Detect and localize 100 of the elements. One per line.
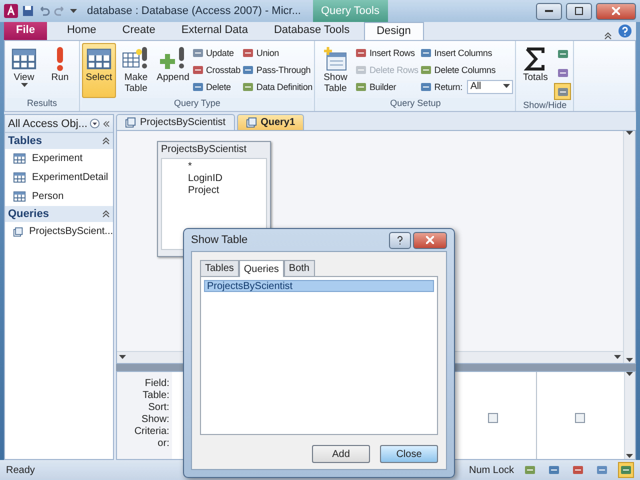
nav-item[interactable]: Person (5, 187, 113, 206)
dropdown-icon[interactable] (90, 118, 100, 129)
small-command-icon (420, 80, 432, 92)
plus-exclamation-icon (159, 46, 187, 72)
dialog-title: Show Table (191, 234, 248, 246)
small-command-icon (556, 48, 569, 60)
dialog-button[interactable]: Add (312, 445, 370, 463)
nav-item[interactable]: ProjectsByScient... (5, 222, 113, 241)
dialog-button[interactable]: Close (380, 445, 438, 463)
query-icon (13, 226, 24, 238)
help-button[interactable] (389, 232, 411, 248)
close-button[interactable] (596, 2, 636, 20)
small-command-icon (548, 464, 560, 476)
ribbon-small-button[interactable]: Insert Columns (420, 45, 514, 60)
dialog-tab[interactable]: Both (284, 260, 314, 276)
vertical-scrollbar[interactable] (623, 131, 635, 363)
ribbon-tab[interactable]: External Data (169, 22, 260, 40)
collapse-icon (102, 210, 110, 218)
field-name[interactable]: * (188, 161, 266, 173)
ribbon-tab[interactable]: Design (364, 22, 424, 40)
document-tab[interactable]: ProjectsByScientist (116, 114, 235, 130)
ribbon-small-button[interactable]: Delete Columns (420, 62, 514, 77)
ribbon-button[interactable]: Select (82, 43, 116, 98)
small-command-icon (192, 64, 204, 76)
list-item[interactable]: ProjectsByScientist (204, 280, 434, 292)
undo-icon[interactable] (38, 5, 50, 17)
return-combo[interactable]: All (467, 80, 514, 94)
ribbon-small-button[interactable]: Union (242, 45, 312, 60)
small-command-icon (524, 464, 536, 476)
app-icon (4, 4, 18, 18)
help-icon[interactable] (618, 24, 632, 38)
window-title: database : Database (Access 2007) - Micr... (87, 5, 301, 17)
ribbon-button[interactable]: Append (156, 43, 190, 98)
maximize-icon (575, 7, 583, 15)
section-label: Queries (8, 208, 49, 220)
view-button[interactable] (618, 462, 634, 478)
nav-section-header[interactable]: Queries (5, 206, 113, 222)
dialog-tab[interactable]: Queries (238, 260, 284, 277)
grid-row-label: or: (158, 438, 170, 450)
group-label: Query Type (82, 98, 312, 111)
field-name[interactable]: Project (188, 185, 266, 197)
collapse-icon (102, 137, 110, 145)
table-icon (13, 171, 26, 184)
ribbon-small-button[interactable]: Delete (192, 79, 240, 94)
small-command-icon (572, 464, 584, 476)
customize-caret-icon (70, 8, 77, 14)
nav-item[interactable]: ExperimentDetail (5, 168, 113, 187)
grid-row-label: Sort: (148, 402, 170, 414)
group-label: Show/Hide (518, 100, 572, 111)
ribbon-small-button[interactable]: Insert Rows (355, 45, 418, 60)
group-label: Query Setup (317, 98, 514, 111)
small-command-icon (242, 64, 254, 76)
small-command-icon (192, 46, 204, 58)
small-command-icon (556, 86, 569, 98)
collapse-icon[interactable] (604, 32, 612, 40)
save-icon[interactable] (22, 5, 34, 17)
toggle-button[interactable] (554, 83, 572, 100)
close-icon (612, 7, 620, 15)
ribbon-tab[interactable]: Database Tools (262, 22, 362, 40)
ribbon-small-button[interactable]: Data Definition (242, 79, 312, 94)
grid-scrollbar[interactable] (624, 372, 636, 459)
table-grid-icon (11, 46, 37, 72)
small-command-icon (556, 66, 569, 78)
return-label: Return: (434, 82, 462, 92)
ribbon-tab[interactable]: Create (110, 22, 168, 40)
field-name[interactable]: LoginID (188, 173, 266, 185)
nav-item[interactable]: Experiment (5, 149, 113, 168)
dialog-tab[interactable]: Tables (200, 260, 239, 276)
query-icon (246, 117, 257, 128)
file-tab[interactable]: File (4, 22, 47, 40)
small-command-icon (355, 64, 368, 76)
show-checkbox[interactable] (575, 413, 586, 423)
table-icon (13, 152, 26, 165)
ribbon-small-button[interactable]: Update (192, 45, 240, 60)
small-command-icon (355, 46, 368, 58)
minimize-button[interactable] (536, 2, 562, 20)
ribbon-small-button[interactable]: Pass-Through (242, 62, 312, 77)
caret-icon (503, 84, 510, 89)
minimize-icon (545, 10, 553, 12)
ribbon-button[interactable]: Run (43, 43, 77, 98)
chevrons-icon[interactable] (103, 120, 110, 128)
combo-value: All (470, 81, 481, 92)
num-lock-indicator: Num Lock (468, 464, 514, 476)
close-button[interactable] (413, 232, 447, 248)
help-icon (397, 236, 403, 244)
small-command-icon (355, 80, 368, 92)
maximize-button[interactable] (566, 2, 592, 20)
show-checkbox[interactable] (488, 413, 498, 423)
ribbon-button[interactable]: Totals (518, 43, 552, 100)
ribbon-small-button[interactable]: Builder (355, 79, 418, 94)
close-icon (426, 236, 434, 244)
small-command-icon (420, 64, 432, 76)
ribbon-tab[interactable]: Home (54, 22, 108, 40)
sigma-icon (524, 46, 546, 72)
ribbon-button[interactable]: Show Table (317, 43, 354, 98)
document-tab[interactable]: Query1 (236, 114, 304, 130)
ribbon-button[interactable]: Make Table (118, 43, 154, 98)
ribbon-small-button[interactable]: Crosstab (192, 62, 240, 77)
nav-section-header[interactable]: Tables (5, 133, 113, 149)
ribbon-button[interactable]: View (7, 43, 41, 98)
